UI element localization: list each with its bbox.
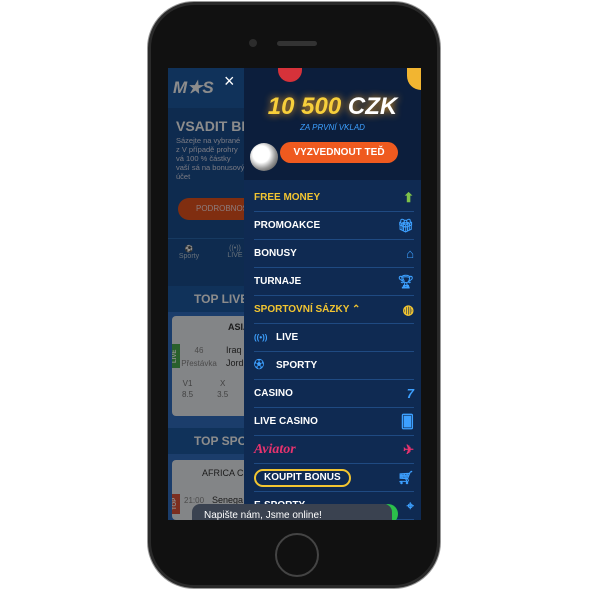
menu-sportovni-sazky[interactable]: SPORTOVNÍ SÁZKY ⌃ ◍ xyxy=(254,296,414,324)
label: LIVE xyxy=(276,332,299,343)
football-icon xyxy=(250,143,278,171)
menu-sporty[interactable]: ⚽︎ SPORTY xyxy=(254,352,414,380)
odd-x[interactable]: X 3.5 xyxy=(217,378,228,400)
crosshair-icon: ⌖ xyxy=(406,498,414,513)
label: FREE MONEY xyxy=(254,192,321,203)
nav-label: Sporty xyxy=(178,253,200,260)
tag-icon: ⌂ xyxy=(406,246,414,261)
match-teams: Iraq Jord xyxy=(226,344,244,370)
coin-icon xyxy=(407,68,421,90)
label: CASINO xyxy=(254,388,293,399)
label: SPORTY xyxy=(276,360,318,371)
odds[interactable]: V1 8.5 X 3.5 xyxy=(182,378,228,400)
promo-subtitle: ZA PRVNÍ VKLAD xyxy=(300,123,365,132)
match-minute: 46 xyxy=(194,346,204,355)
label: TURNAJE xyxy=(254,276,302,287)
menu-free-money[interactable]: FREE MONEY ⬆ xyxy=(254,184,414,212)
promo-banner: 10 500 CZK ZA PRVNÍ VKLAD VYZVEDNOUT TEĎ xyxy=(244,68,421,180)
nav-sporty[interactable]: ⚽ Sporty xyxy=(174,245,204,260)
logo: M★S xyxy=(173,78,214,97)
label: SPORTOVNÍ SÁZKY xyxy=(254,304,350,315)
menu-live[interactable]: ((•)) LIVE xyxy=(254,324,414,352)
odd-label: X xyxy=(220,379,226,388)
speaker xyxy=(277,41,317,46)
casino-chip-icon xyxy=(278,68,302,82)
basketball-icon: ◍ xyxy=(402,302,414,317)
seven-icon: 7 xyxy=(406,386,414,401)
cards-icon: 🂠 xyxy=(400,414,414,429)
team: Iraq xyxy=(226,345,242,355)
match-status: Přestávka xyxy=(181,359,217,368)
label: KOUPIT BONUS xyxy=(254,469,351,487)
currency: CZK xyxy=(347,93,398,120)
odd-label: V1 xyxy=(182,379,193,388)
odd-v1[interactable]: V1 8.5 xyxy=(182,378,193,400)
label: LIVE CASINO xyxy=(254,416,318,427)
menu-turnaje[interactable]: TURNAJE 🏆︎ xyxy=(254,268,414,296)
promo-amount: 10 500 CZK xyxy=(244,93,421,121)
menu-live-casino[interactable]: LIVE CASINO 🂠 xyxy=(254,408,414,436)
team: Jord xyxy=(226,358,244,368)
trophy-icon: 🏆︎ xyxy=(397,274,414,289)
banner-text: Sázejte na vybrané z V případě prohry vá… xyxy=(176,136,245,181)
gift-arrow-icon: ⬆ xyxy=(403,190,414,205)
menu-aviator[interactable]: Aviator ✈ xyxy=(254,436,414,464)
menu-casino[interactable]: CASINO 7 xyxy=(254,380,414,408)
menu-bonusy[interactable]: BONUSY ⌂ xyxy=(254,240,414,268)
menu-promoakce[interactable]: PROMOAKCE 🎁︎ xyxy=(254,212,414,240)
chevron-up-icon: ⌃ xyxy=(352,304,361,315)
cart-icon: 🛒︎ xyxy=(397,470,414,485)
label: BONUSY xyxy=(254,248,297,259)
plane-icon: ✈ xyxy=(403,442,414,457)
odd[interactable]: 3.5 xyxy=(217,390,228,399)
camera xyxy=(249,39,257,47)
top-badge: TOP xyxy=(172,494,180,514)
gift-icon: 🎁︎ xyxy=(397,218,414,233)
nav-label: LIVE xyxy=(227,252,243,259)
screen: M★S VSADIT BEZ Sázejte na vybrané z V př… xyxy=(168,68,421,520)
football-icon: ⚽︎ xyxy=(254,360,264,371)
chat-widget[interactable]: Napište nám, Jsme online! xyxy=(192,504,392,520)
amount-value: 10 500 xyxy=(267,93,342,120)
label: Aviator xyxy=(254,442,296,457)
odd[interactable]: 8.5 xyxy=(182,390,193,399)
match-time: 46 Přestávka xyxy=(178,344,220,370)
label: PROMOAKCE xyxy=(254,220,321,231)
live-icon: ((•)) xyxy=(254,333,268,342)
side-menu: 10 500 CZK ZA PRVNÍ VKLAD VYZVEDNOUT TEĎ… xyxy=(244,68,421,520)
home-button[interactable] xyxy=(275,533,319,577)
menu-koupit-bonus[interactable]: KOUPIT BONUS 🛒︎ xyxy=(254,464,414,492)
claim-button[interactable]: VYZVEDNOUT TEĎ xyxy=(280,142,398,163)
close-icon[interactable]: × xyxy=(224,71,235,92)
